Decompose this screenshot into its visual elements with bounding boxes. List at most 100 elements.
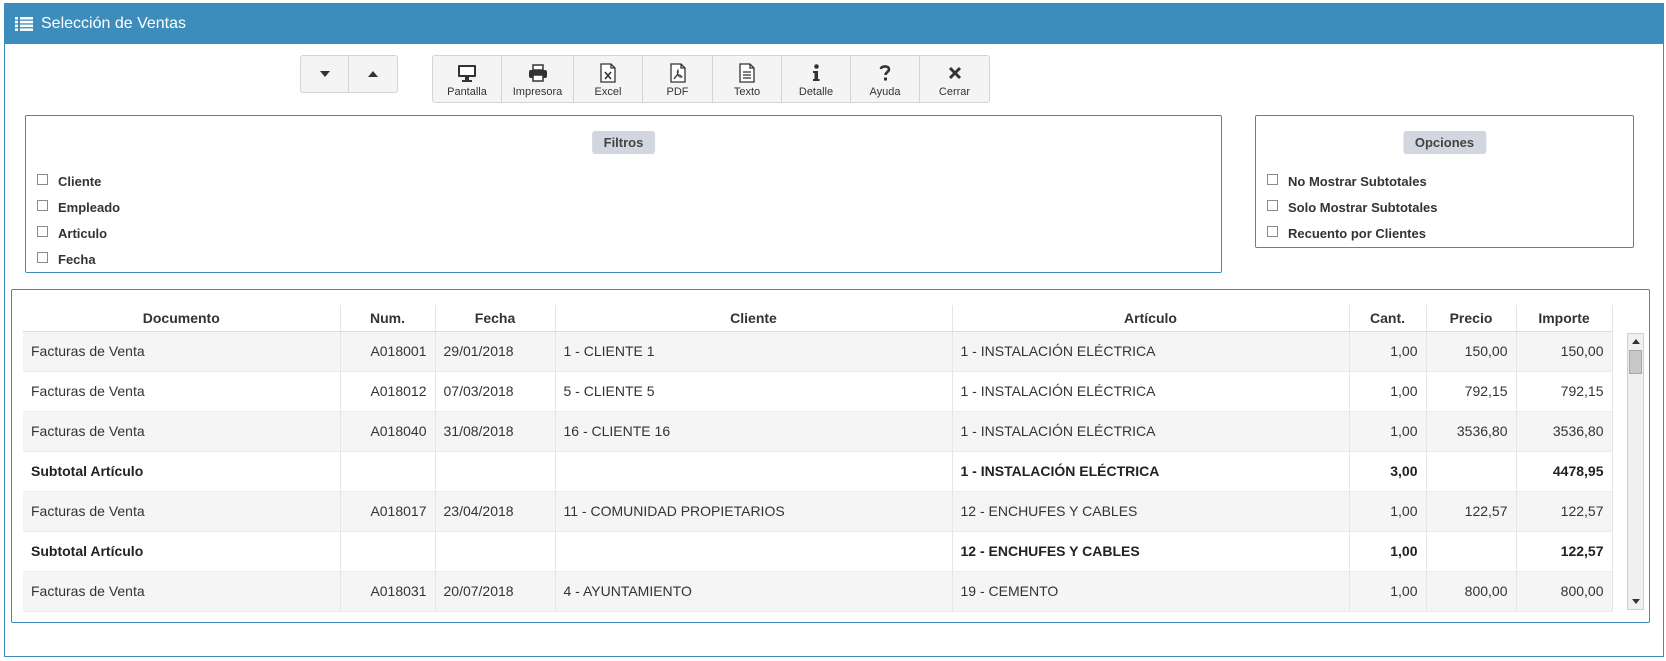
list-icon bbox=[15, 17, 33, 31]
excel-button-label: Excel bbox=[594, 85, 622, 98]
cell-cant: 1,00 bbox=[1349, 571, 1427, 612]
scrollbar-thumb[interactable] bbox=[1629, 350, 1642, 374]
cell-cliente: 16 - CLIENTE 16 bbox=[555, 411, 953, 452]
cell-fecha: 20/07/2018 bbox=[435, 571, 556, 612]
filter-fecha-checkbox[interactable]: Fecha bbox=[37, 246, 120, 272]
option-only-subtotals-checkbox[interactable]: Solo Mostrar Subtotales bbox=[1267, 194, 1438, 220]
cell-num bbox=[340, 531, 436, 572]
subtotal-row[interactable]: Subtotal Artículo 1 - INSTALACIÓN ELÉCTR… bbox=[23, 451, 1613, 492]
title-bar: Selección de Ventas bbox=[5, 4, 1663, 44]
checkbox-box[interactable] bbox=[37, 199, 48, 211]
cell-fecha bbox=[435, 451, 556, 492]
cell-importe: 150,00 bbox=[1516, 331, 1613, 372]
cell-articulo: 1 - INSTALACIÓN ELÉCTRICA bbox=[952, 331, 1350, 372]
column-header[interactable]: Cant. bbox=[1349, 305, 1427, 332]
detail-button[interactable]: Detalle bbox=[782, 56, 851, 102]
info-icon bbox=[813, 63, 820, 81]
cell-fecha: 31/08/2018 bbox=[435, 411, 556, 452]
option-label: Recuento por Clientes bbox=[1288, 225, 1426, 241]
cell-num: A018040 bbox=[340, 411, 436, 452]
cell-cant: 1,00 bbox=[1349, 531, 1427, 572]
cell-cant: 3,00 bbox=[1349, 451, 1427, 492]
checkbox-box[interactable] bbox=[37, 225, 48, 237]
cell-documento: Subtotal Artículo bbox=[23, 531, 341, 572]
cell-num: A018031 bbox=[340, 571, 436, 612]
cell-articulo: 12 - ENCHUFES Y CABLES bbox=[952, 531, 1350, 572]
column-header[interactable]: Fecha bbox=[435, 305, 556, 332]
text-button[interactable]: Texto bbox=[713, 56, 782, 102]
toolbar: Pantalla Impresora Excel PDF Texto Detal… bbox=[432, 55, 990, 103]
cell-cliente: 4 - AYUNTAMIENTO bbox=[555, 571, 953, 612]
cell-articulo: 1 - INSTALACIÓN ELÉCTRICA bbox=[952, 451, 1350, 492]
text-button-label: Texto bbox=[733, 85, 761, 98]
cell-fecha: 29/01/2018 bbox=[435, 331, 556, 372]
results-table: Documento Num. Fecha Cliente Artículo Ca… bbox=[23, 305, 1613, 612]
cell-cliente bbox=[555, 451, 953, 492]
caret-up-icon bbox=[368, 71, 378, 77]
options-title: Opciones bbox=[1402, 131, 1487, 154]
table-row[interactable]: Facturas de Venta A018031 20/07/2018 4 -… bbox=[23, 571, 1613, 612]
scroll-down-button[interactable] bbox=[1628, 594, 1643, 609]
cell-documento: Facturas de Venta bbox=[23, 371, 341, 412]
excel-button[interactable]: Excel bbox=[574, 56, 643, 102]
column-header[interactable]: Documento bbox=[23, 305, 341, 332]
table-row[interactable]: Facturas de Venta A018040 31/08/2018 16 … bbox=[23, 411, 1613, 452]
cell-num bbox=[340, 451, 436, 492]
filter-articulo-checkbox[interactable]: Articulo bbox=[37, 220, 120, 246]
cell-precio: 150,00 bbox=[1426, 331, 1517, 372]
caret-up-icon bbox=[1631, 339, 1640, 344]
cell-articulo: 1 - INSTALACIÓN ELÉCTRICA bbox=[952, 411, 1350, 452]
cell-importe: 122,57 bbox=[1516, 531, 1613, 572]
checkbox-box[interactable] bbox=[1267, 199, 1278, 211]
filter-label: Empleado bbox=[58, 199, 121, 215]
cell-cant: 1,00 bbox=[1349, 491, 1427, 532]
column-header[interactable]: Artículo bbox=[952, 305, 1350, 332]
printer-button[interactable]: Impresora bbox=[502, 56, 574, 102]
screen-button-label: Pantalla bbox=[447, 85, 487, 98]
cell-documento: Facturas de Venta bbox=[23, 331, 341, 372]
cell-cant: 1,00 bbox=[1349, 331, 1427, 372]
subtotal-row[interactable]: Subtotal Artículo 12 - ENCHUFES Y CABLES… bbox=[23, 531, 1613, 572]
detail-button-label: Detalle bbox=[798, 85, 834, 98]
filter-empleado-checkbox[interactable]: Empleado bbox=[37, 194, 120, 220]
cell-precio bbox=[1426, 451, 1517, 492]
column-header[interactable]: Importe bbox=[1516, 305, 1613, 332]
vertical-scrollbar[interactable] bbox=[1627, 333, 1644, 610]
navigation-arrows bbox=[300, 55, 398, 93]
move-down-button[interactable] bbox=[301, 56, 349, 92]
cell-cliente bbox=[555, 531, 953, 572]
question-icon bbox=[879, 64, 891, 80]
filter-cliente-checkbox[interactable]: Cliente bbox=[37, 168, 120, 194]
caret-down-icon bbox=[319, 71, 330, 77]
option-label: Solo Mostrar Subtotales bbox=[1288, 199, 1438, 215]
pdf-button-label: PDF bbox=[666, 85, 689, 98]
cell-documento: Facturas de Venta bbox=[23, 491, 341, 532]
cell-articulo: 12 - ENCHUFES Y CABLES bbox=[952, 491, 1350, 532]
filter-label: Articulo bbox=[58, 225, 108, 241]
column-header[interactable]: Precio bbox=[1426, 305, 1517, 332]
checkbox-box[interactable] bbox=[37, 173, 48, 185]
table-row[interactable]: Facturas de Venta A018012 07/03/2018 5 -… bbox=[23, 371, 1613, 412]
table-row[interactable]: Facturas de Venta A018001 29/01/2018 1 -… bbox=[23, 331, 1613, 372]
filter-label: Fecha bbox=[58, 251, 96, 267]
pdf-button[interactable]: PDF bbox=[643, 56, 713, 102]
cell-importe: 122,57 bbox=[1516, 491, 1613, 532]
cell-cant: 1,00 bbox=[1349, 371, 1427, 412]
option-label: No Mostrar Subtotales bbox=[1288, 173, 1427, 189]
option-count-by-client-checkbox[interactable]: Recuento por Clientes bbox=[1267, 220, 1438, 246]
move-up-button[interactable] bbox=[349, 56, 397, 92]
cell-num: A018017 bbox=[340, 491, 436, 532]
table-row[interactable]: Facturas de Venta A018017 23/04/2018 11 … bbox=[23, 491, 1613, 532]
cell-importe: 800,00 bbox=[1516, 571, 1613, 612]
option-hide-subtotals-checkbox[interactable]: No Mostrar Subtotales bbox=[1267, 168, 1438, 194]
column-header[interactable]: Cliente bbox=[555, 305, 953, 332]
help-button[interactable]: Ayuda bbox=[851, 56, 920, 102]
checkbox-box[interactable] bbox=[37, 251, 48, 263]
close-button[interactable]: Cerrar bbox=[920, 56, 989, 102]
scroll-up-button[interactable] bbox=[1628, 334, 1643, 349]
checkbox-box[interactable] bbox=[1267, 225, 1278, 237]
cell-cliente: 1 - CLIENTE 1 bbox=[555, 331, 953, 372]
column-header[interactable]: Num. bbox=[340, 305, 436, 332]
checkbox-box[interactable] bbox=[1267, 173, 1278, 185]
screen-button[interactable]: Pantalla bbox=[433, 56, 502, 102]
